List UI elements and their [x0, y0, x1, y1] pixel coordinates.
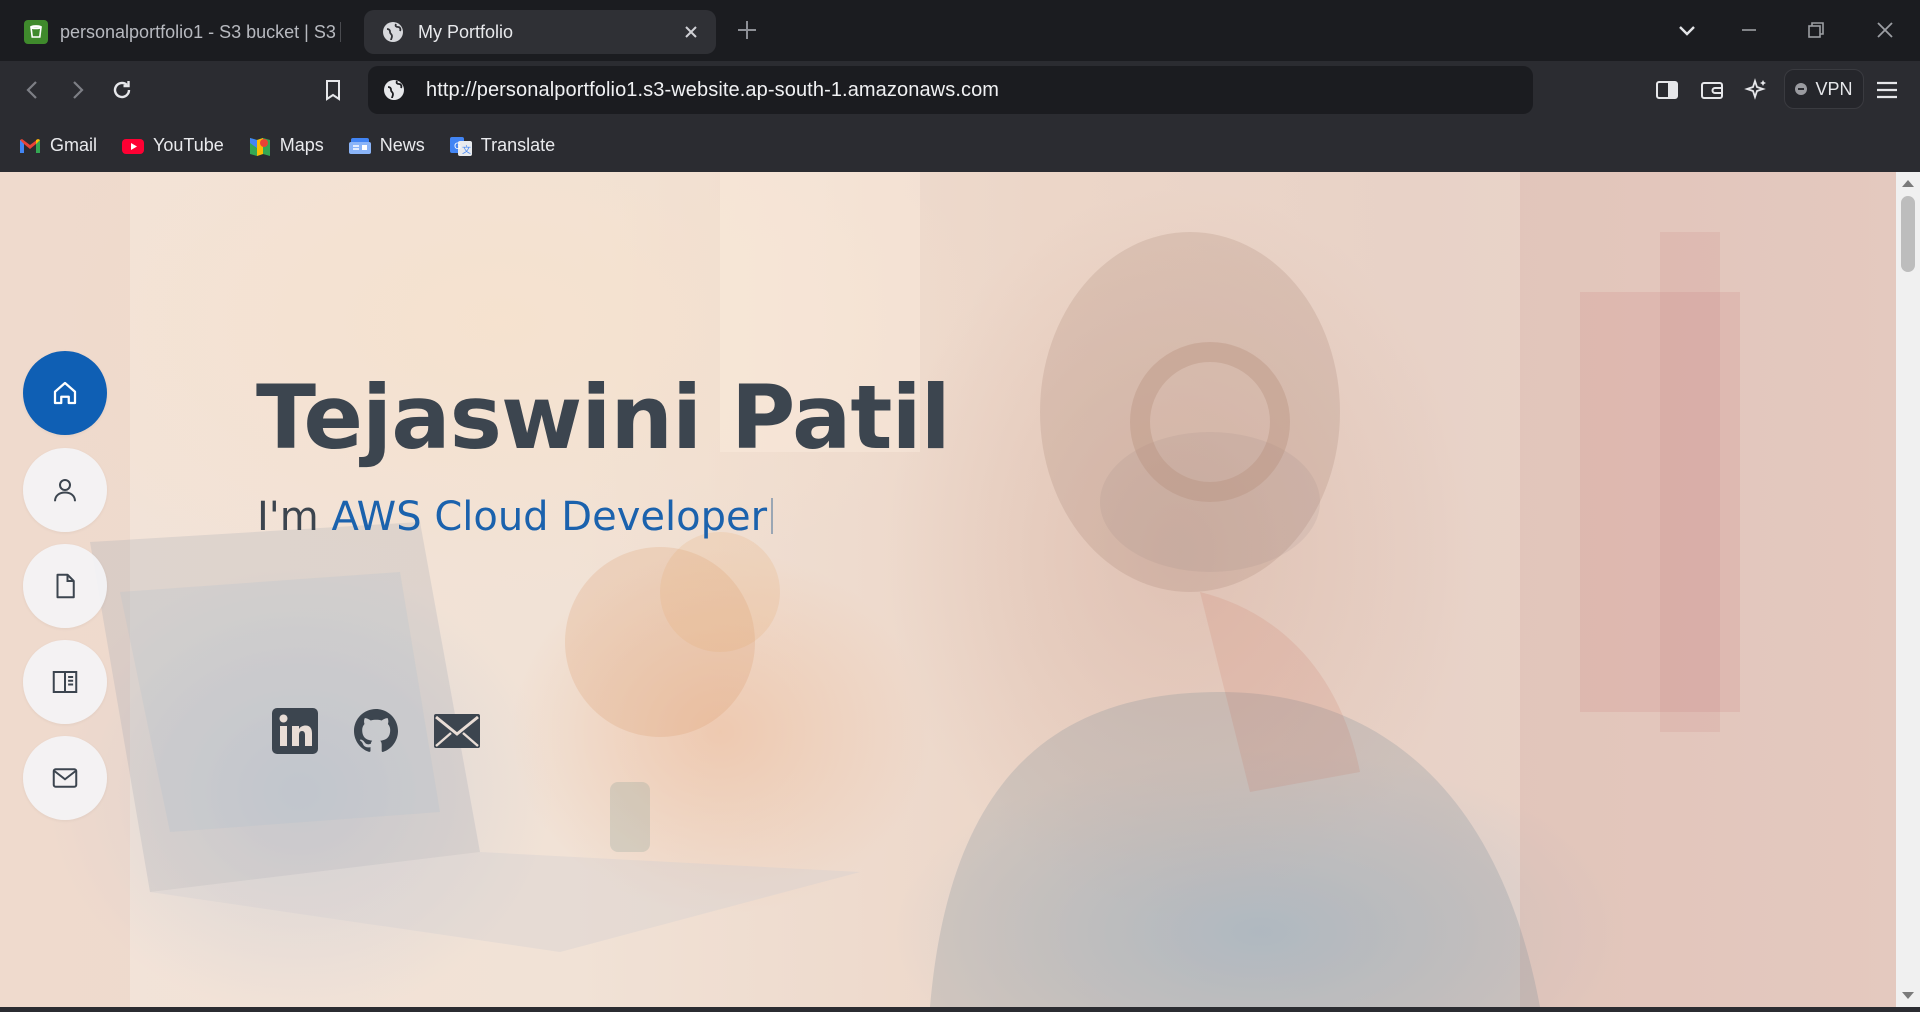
new-tab-icon[interactable]: [736, 19, 758, 41]
hero-name: Tejaswini Patil: [256, 366, 951, 469]
hero-subtitle: I'm AWS Cloud Developer: [257, 494, 774, 540]
restore-icon[interactable]: [1804, 18, 1828, 42]
tab-strip: personalportfolio1 - S3 bucket | S3 My P…: [0, 0, 1920, 61]
leo-ai-icon[interactable]: [1744, 77, 1770, 103]
user-icon: [54, 479, 76, 502]
globe-icon: [383, 22, 403, 42]
nav-about-button[interactable]: [23, 448, 107, 532]
close-tab-icon[interactable]: [682, 23, 700, 41]
forward-icon[interactable]: [64, 77, 90, 103]
vpn-button[interactable]: VPN: [1784, 69, 1864, 109]
tab-search-chevron-icon[interactable]: [1675, 18, 1699, 42]
site-info-icon[interactable]: [382, 78, 406, 102]
scroll-thumb[interactable]: [1901, 196, 1915, 272]
maps-icon: [249, 137, 270, 156]
back-icon[interactable]: [20, 77, 46, 103]
reload-icon[interactable]: [109, 77, 135, 103]
bookmark-translate[interactable]: G文 Translate: [449, 135, 555, 157]
bookmark-label: Gmail: [50, 135, 98, 155]
vpn-label: VPN: [1815, 78, 1853, 99]
typing-cursor: [771, 498, 774, 534]
tab-title: personalportfolio1 - S3 bucket | S3: [60, 21, 336, 42]
url-text[interactable]: http://personalportfolio1.s3-website.ap-…: [426, 79, 999, 102]
book-icon: [52, 671, 78, 693]
nav-home-button[interactable]: [23, 351, 107, 435]
home-icon: [53, 381, 77, 405]
address-bar[interactable]: http://personalportfolio1.s3-website.ap-…: [368, 66, 1533, 114]
news-icon: [348, 137, 371, 154]
minimize-icon[interactable]: [1737, 18, 1761, 42]
nav-contact-button[interactable]: [23, 736, 107, 820]
mail-icon: [52, 768, 78, 788]
bookmark-gmail[interactable]: Gmail: [18, 135, 97, 157]
nav-portfolio-button[interactable]: [23, 640, 107, 724]
bookmark-label: Translate: [480, 135, 556, 155]
nav-resume-button[interactable]: [23, 544, 107, 628]
subtitle-prefix: I'm: [257, 494, 319, 540]
svg-text:文: 文: [462, 144, 471, 156]
bookmark-news[interactable]: News: [348, 135, 425, 157]
close-window-icon[interactable]: [1873, 18, 1897, 42]
bookmark-label: News: [379, 135, 425, 155]
bookmark-label: Maps: [279, 135, 324, 155]
page-scrollbar[interactable]: [1896, 172, 1920, 1007]
tab-divider: [340, 22, 341, 42]
typed-role: AWS Cloud Developer: [331, 494, 768, 540]
s3-bucket-icon: [24, 20, 48, 44]
youtube-icon: [122, 138, 145, 154]
tab-title: My Portfolio: [418, 21, 514, 42]
window-bottom-edge: [0, 1007, 1920, 1012]
wallet-icon[interactable]: [1699, 77, 1725, 103]
scroll-down-arrow[interactable]: [1902, 992, 1914, 999]
bookmark-icon[interactable]: [320, 77, 346, 103]
envelope-icon[interactable]: [432, 706, 482, 756]
bookmark-label: YouTube: [153, 135, 224, 155]
bookmarks-bar: Gmail YouTube Maps News G文 Translate: [0, 119, 1920, 172]
github-icon[interactable]: [351, 706, 401, 756]
toolbar: http://personalportfolio1.s3-website.ap-…: [0, 61, 1920, 119]
vpn-status-icon: [1795, 83, 1808, 95]
menu-icon[interactable]: [1874, 77, 1900, 103]
file-icon: [56, 573, 75, 599]
portfolio-page: Tejaswini Patil I'm AWS Cloud Developer: [0, 172, 1896, 1007]
tab-my-portfolio[interactable]: My Portfolio: [364, 10, 716, 54]
bookmark-youtube[interactable]: YouTube: [121, 135, 224, 157]
gmail-icon: [20, 138, 40, 153]
sidebar-icon[interactable]: [1654, 77, 1680, 103]
svg-text:G: G: [454, 142, 461, 152]
translate-icon: G文: [449, 136, 472, 156]
bookmark-maps[interactable]: Maps: [248, 135, 324, 157]
background-illustration: [0, 172, 1896, 1007]
linkedin-icon[interactable]: [270, 706, 320, 756]
scroll-up-arrow[interactable]: [1902, 180, 1914, 187]
tab-s3-bucket[interactable]: personalportfolio1 - S3 bucket | S3: [14, 10, 340, 54]
